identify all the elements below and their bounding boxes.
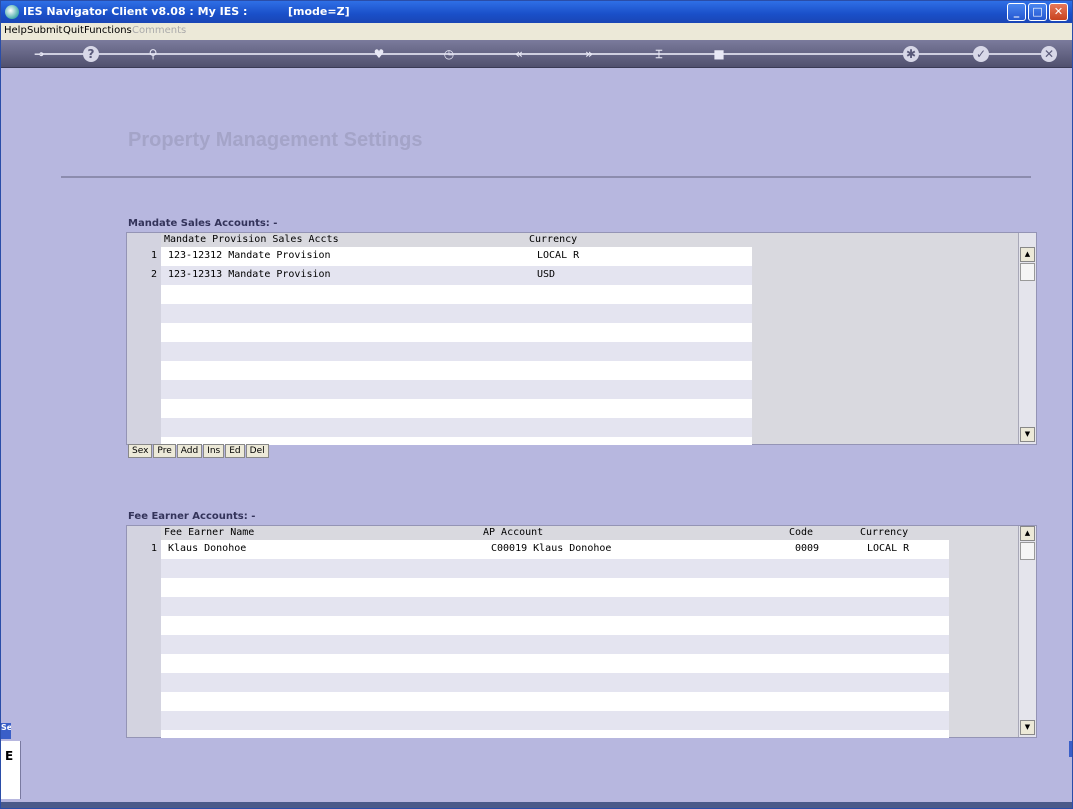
menu-comments: Comments	[132, 25, 187, 36]
delete-button[interactable]: Del	[245, 444, 269, 458]
table-row[interactable]	[161, 418, 752, 437]
table-row[interactable]	[161, 654, 949, 673]
close-icon[interactable]: ✕	[1041, 46, 1057, 62]
app-icon	[5, 5, 19, 19]
table-row[interactable]	[161, 730, 949, 738]
check-icon[interactable]: ✓	[973, 46, 989, 62]
header-mandate-account: Mandate Provision Sales Accts	[164, 234, 339, 245]
table-row[interactable]	[161, 673, 949, 692]
side-tab[interactable]: Se	[1, 723, 11, 739]
row-number: 2	[150, 269, 157, 280]
fee-grid: Fee Earner Name AP Account Code Currency…	[126, 525, 1037, 738]
title-bar[interactable]: IES Navigator Client v8.08 : My IES : [m…	[1, 1, 1072, 23]
scroll-up-icon[interactable]: ▲	[1020, 526, 1035, 541]
table-row[interactable]	[161, 692, 949, 711]
add-button[interactable]: Add	[176, 444, 203, 458]
toolbar: ⊸ ? ⚲ ♥ ◷ « » ⌶ ■ ✱ ✓ ✕	[1, 40, 1072, 68]
table-row[interactable]	[161, 361, 752, 380]
app-window: IES Navigator Client v8.08 : My IES : [m…	[0, 0, 1073, 809]
header-fee-ap: AP Account	[483, 527, 544, 538]
page-title: Property Management Settings	[128, 129, 423, 151]
table-row[interactable]	[161, 711, 949, 730]
mandate-button-bar: Sex Pre Add Ins Ed Del	[128, 444, 270, 459]
currency-cell: LOCAL R	[537, 250, 580, 261]
table-row[interactable]	[161, 342, 752, 361]
account-cell: 123-12313 Mandate Provision	[168, 269, 331, 280]
table-row[interactable]: 2 123-12313 Mandate Provision USD	[151, 266, 752, 285]
table-row[interactable]	[161, 559, 949, 578]
menu-quit[interactable]: Quit	[63, 25, 84, 36]
maximize-icon[interactable]: □	[1028, 3, 1047, 21]
currency-cell: LOCAL R	[867, 543, 910, 554]
table-row[interactable]: 1 123-12312 Mandate Provision LOCAL R	[151, 247, 752, 266]
scroll-down-icon[interactable]: ▼	[1020, 720, 1035, 735]
row-number-column	[127, 233, 161, 444]
minimize-icon[interactable]: _	[1007, 3, 1026, 21]
scroll-thumb[interactable]	[1020, 263, 1035, 281]
table-row[interactable]	[161, 635, 949, 654]
key-icon[interactable]: ⊸	[31, 46, 47, 62]
code-cell: 0009	[795, 543, 820, 554]
row-number-column	[127, 526, 161, 737]
table-row[interactable]	[161, 304, 752, 323]
row-number: 1	[150, 250, 157, 261]
toolbar-line	[41, 53, 1042, 55]
side-letter: E	[5, 749, 14, 763]
status-bar	[1, 802, 1072, 808]
mandate-grid: Mandate Provision Sales Accts Currency 1…	[126, 232, 1037, 445]
filter-icon[interactable]: ⌶	[651, 46, 667, 62]
header-fee-code: Code	[789, 527, 814, 538]
fee-section-label: Fee Earner Accounts: -	[128, 511, 256, 522]
table-row[interactable]	[161, 380, 752, 399]
menu-help[interactable]: Help	[4, 25, 27, 36]
window-title: IES Navigator Client v8.08 : My IES :	[23, 5, 248, 18]
account-cell: 123-12312 Mandate Provision	[168, 250, 331, 261]
name-cell: Klaus Donohoe	[168, 543, 247, 554]
rewind-icon[interactable]: «	[511, 46, 527, 62]
ap-cell: C00019 Klaus Donohoe	[491, 543, 612, 554]
help-icon[interactable]: ?	[83, 46, 99, 62]
scroll-thumb[interactable]	[1020, 542, 1035, 560]
header-fee-currency: Currency	[860, 527, 909, 538]
header-fee-name: Fee Earner Name	[164, 527, 255, 538]
header-mandate-currency: Currency	[529, 234, 578, 245]
divider	[61, 176, 1031, 178]
row-number: 1	[150, 543, 157, 554]
edit-button[interactable]: Ed	[225, 444, 245, 458]
gear-icon[interactable]: ✱	[903, 46, 919, 62]
fee-scrollbar[interactable]: ▲ ▼	[1018, 526, 1036, 737]
table-row[interactable]	[161, 399, 752, 418]
mandate-section-label: Mandate Sales Accounts: -	[128, 218, 278, 229]
prev-button[interactable]: Pre	[153, 444, 176, 458]
table-row[interactable]	[161, 323, 752, 342]
mandate-scrollbar[interactable]: ▲ ▼	[1018, 233, 1036, 444]
mode-indicator: [mode=Z]	[288, 5, 350, 18]
heart-icon[interactable]: ♥	[371, 46, 387, 62]
table-row[interactable]	[161, 597, 949, 616]
scroll-down-icon[interactable]: ▼	[1020, 427, 1035, 442]
table-row[interactable]: 1 Klaus Donohoe C00019 Klaus Donohoe 000…	[151, 540, 949, 559]
right-edge-marker	[1069, 741, 1072, 757]
table-row[interactable]	[161, 578, 949, 597]
menu-bar: Help Submit Quit Functions Comments	[1, 23, 1072, 40]
clock-icon[interactable]: ◷	[441, 46, 457, 62]
search-icon[interactable]: ⚲	[145, 46, 161, 62]
close-window-icon[interactable]: ✕	[1049, 3, 1068, 21]
currency-cell: USD	[537, 269, 556, 280]
menu-submit[interactable]: Submit	[27, 25, 62, 36]
table-row[interactable]	[161, 616, 949, 635]
side-panel[interactable]: E	[1, 741, 21, 799]
stop-icon[interactable]: ■	[711, 46, 727, 62]
table-row[interactable]	[161, 285, 752, 304]
fast-forward-icon[interactable]: »	[581, 46, 597, 62]
insert-button[interactable]: Ins	[203, 444, 225, 458]
scroll-up-icon[interactable]: ▲	[1020, 247, 1035, 262]
menu-functions[interactable]: Functions	[84, 25, 132, 36]
next-button[interactable]: Sex	[128, 444, 153, 458]
